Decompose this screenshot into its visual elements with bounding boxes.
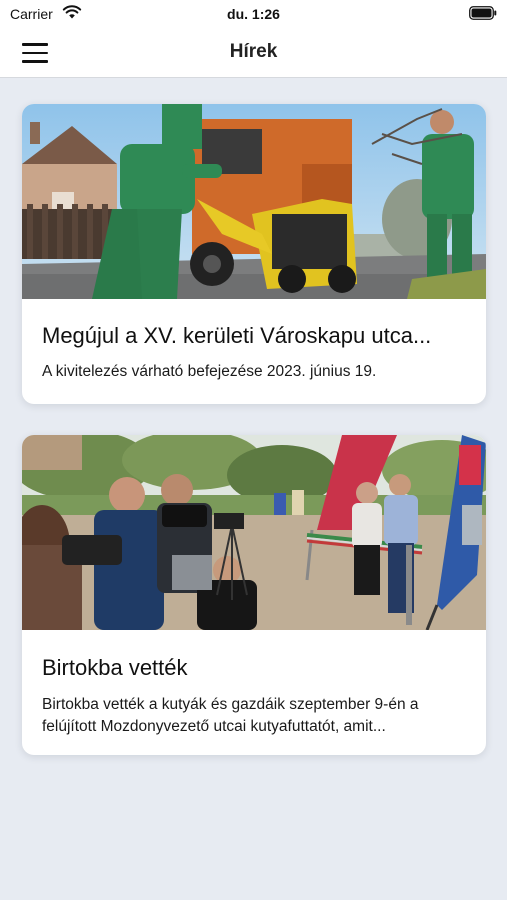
news-card[interactable]: Birtokba vették Birtokba vették a kutyák…	[22, 435, 486, 755]
ribbon-cutting-photo	[22, 435, 486, 630]
article-headline: Birtokba vették	[42, 655, 188, 680]
status-bar: Carrier du. 1:26	[0, 0, 507, 28]
battery-icon	[469, 6, 497, 20]
navigation-bar: Hírek	[0, 28, 507, 78]
road-construction-photo	[22, 104, 486, 299]
article-summary: A kivitelezés várható befejezése 2023. j…	[42, 363, 377, 380]
article-summary: Birtokba vették a kutyák és gazdáik szep…	[42, 696, 419, 735]
page-title: Hírek	[229, 41, 278, 62]
news-card[interactable]: Megújul a XV. kerületi Városkapu utca...…	[22, 104, 486, 404]
clock-time: du. 1:26	[227, 6, 280, 22]
article-headline: Megújul a XV. kerületi Városkapu utca...	[42, 323, 432, 348]
